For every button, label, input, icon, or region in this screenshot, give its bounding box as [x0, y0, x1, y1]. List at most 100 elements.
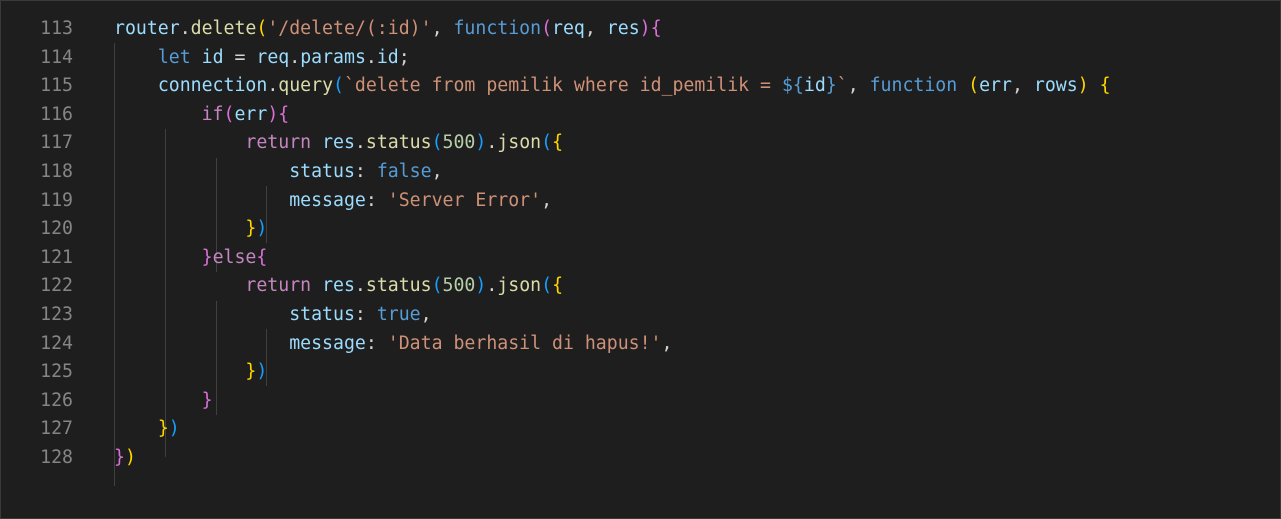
code-token: (: [431, 275, 443, 297]
code-line[interactable]: 121 }else{: [1, 244, 1281, 273]
code-line[interactable]: 126 }: [1, 387, 1281, 416]
code-token: :: [365, 189, 388, 211]
code-editor[interactable]: 113 router.delete('/delete/(:id)', functi…: [0, 0, 1281, 519]
code-token: json: [497, 275, 542, 297]
code-token: :: [365, 332, 388, 354]
code-line[interactable]: 120 }): [1, 215, 1281, 244]
code-token: message: [289, 189, 366, 211]
code-token: if: [201, 103, 224, 125]
code-token: let: [157, 46, 191, 68]
code-token: .: [365, 46, 377, 68]
code-token: :: [354, 161, 377, 182]
code-line[interactable]: 127 }): [1, 415, 1281, 444]
code-token: 'Server Error': [387, 189, 542, 211]
code-token: err: [979, 75, 1012, 97]
line-number: 122: [40, 275, 73, 297]
code-token: }: [201, 246, 213, 268]
code-token: ): [256, 218, 268, 240]
code-token: .: [179, 18, 191, 39]
code-token: res: [322, 132, 355, 154]
code-token: req: [552, 18, 585, 39]
code-line[interactable]: 117 return res.status(500).json({: [1, 129, 1281, 158]
code-line[interactable]: 122 return res.status(500).json({: [1, 272, 1281, 301]
line-number: 116: [40, 103, 73, 125]
code-token: status: [365, 132, 432, 154]
code-text: }: [114, 387, 213, 416]
code-line[interactable]: 119 message: 'Server Error',: [1, 187, 1281, 216]
code-token: (: [541, 275, 553, 297]
code-token: connection: [157, 75, 268, 97]
line-number: 115: [40, 75, 73, 97]
code-token: delete: [190, 18, 257, 39]
code-token: }: [157, 418, 169, 440]
line-number: 124: [40, 332, 73, 354]
code-line[interactable]: 123 status: true,: [1, 301, 1281, 330]
code-token: }: [245, 218, 257, 240]
code-text: if(err){: [114, 101, 290, 130]
code-token: ): [475, 275, 487, 297]
code-token: true: [376, 304, 421, 325]
line-number: 123: [40, 304, 73, 325]
code-token: ): [1077, 75, 1089, 97]
code-text: connection.query(`delete from pemilik wh…: [114, 72, 1111, 101]
code-token: {: [552, 275, 564, 297]
line-number: 114: [40, 46, 73, 68]
code-token: }: [825, 75, 837, 97]
code-token: {: [256, 246, 268, 268]
code-token: :: [354, 304, 377, 325]
line-number: 120: [40, 218, 73, 240]
code-text: }else{: [114, 244, 268, 273]
code-token: .: [486, 275, 498, 297]
code-token: (: [431, 132, 443, 154]
code-token: 'Data berhasil di hapus!': [387, 332, 662, 354]
code-token: .: [486, 132, 498, 154]
code-line[interactable]: 124 message: 'Data berhasil di hapus!',: [1, 330, 1281, 359]
line-number: 127: [40, 418, 73, 440]
code-text: }): [114, 444, 136, 473]
code-token: `: [836, 75, 848, 97]
code-text: return res.status(500).json({: [114, 129, 563, 158]
code-line[interactable]: 125 }): [1, 358, 1281, 387]
code-line[interactable]: 115 connection.query(`delete from pemili…: [1, 72, 1281, 101]
code-token: (: [541, 132, 553, 154]
code-text: status: true,: [114, 301, 431, 330]
code-text: router.delete('/delete/(:id)', function(…: [114, 15, 662, 44]
code-token: ,: [847, 75, 870, 97]
code-line[interactable]: 114 let id = req.params.id;: [1, 44, 1281, 73]
code-token: 500: [442, 275, 476, 297]
code-token: ): [168, 418, 180, 440]
code-token: res: [606, 18, 640, 39]
code-token: ${: [781, 75, 804, 97]
code-token: {: [552, 132, 564, 154]
code-line[interactable]: 116 if(err){: [1, 101, 1281, 130]
code-token: (: [333, 75, 344, 97]
code-token: `delete from pemilik where id_pemilik =: [343, 75, 782, 97]
code-token: rows: [1033, 75, 1078, 97]
code-line[interactable]: 113 router.delete('/delete/(:id)', functi…: [1, 15, 1281, 44]
code-token: params: [300, 46, 366, 68]
code-token: function: [869, 75, 958, 97]
line-number: 121: [40, 246, 73, 268]
line-number: 128: [40, 447, 73, 468]
code-token: else: [212, 246, 257, 268]
code-line[interactable]: 128}): [1, 444, 1281, 473]
code-token: err: [234, 103, 268, 125]
code-token: ): [256, 361, 268, 383]
code-token: 500: [442, 132, 476, 154]
code-line[interactable]: 118 status: false,: [1, 158, 1281, 187]
code-token: ): [475, 132, 487, 154]
code-token: }: [201, 389, 213, 411]
code-text: message: 'Data berhasil di hapus!',: [114, 330, 672, 359]
code-token: status: [289, 161, 355, 182]
line-number: 119: [40, 189, 73, 211]
